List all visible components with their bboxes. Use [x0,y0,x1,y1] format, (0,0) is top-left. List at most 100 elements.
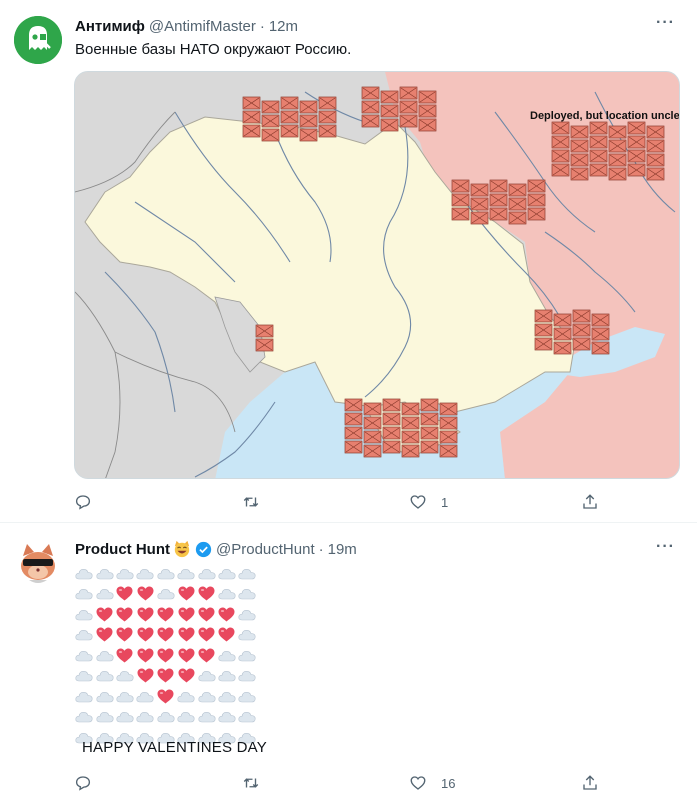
cloud-emoji-icon [156,563,176,583]
emoji-row [74,625,274,646]
cloud-emoji-icon [217,666,237,686]
cloud-emoji-icon [196,666,216,686]
retweet-button[interactable] [242,492,274,512]
cloud-emoji-icon [237,563,257,583]
red-heart-emoji-icon [196,625,216,645]
ukraine-map-image: Deployed, but location unclear: [75,72,680,478]
heart-outline-icon [410,776,426,790]
cloud-emoji-icon [94,686,114,706]
emoji-heart-grid [74,563,274,748]
timestamp[interactable]: 12m [269,18,298,35]
timestamp[interactable]: 19m [328,541,357,558]
share-button[interactable] [581,492,599,512]
cloud-emoji-icon [217,707,237,727]
tweet-caption: HAPPY VALENTINES DAY [82,739,267,756]
cloud-emoji-icon [237,666,257,686]
red-heart-emoji-icon [156,666,176,686]
retweet-icon [243,497,259,507]
cloud-emoji-icon [115,563,135,583]
author-handle[interactable]: @AntimifMaster [149,18,256,35]
cloud-emoji-icon [237,707,257,727]
cloud-emoji-icon [196,686,216,706]
emoji-row [74,563,274,584]
cloud-emoji-icon [237,625,257,645]
cloud-emoji-icon [176,707,196,727]
cloud-emoji-icon [237,604,257,624]
red-heart-emoji-icon [176,625,196,645]
like-count: 1 [441,494,449,510]
more-options-icon[interactable]: ··· [656,538,675,556]
cloud-emoji-icon [115,686,135,706]
red-heart-emoji-icon [135,604,155,624]
red-heart-emoji-icon [135,645,155,665]
cloud-emoji-icon [196,563,216,583]
reply-button[interactable] [74,492,106,512]
share-button[interactable] [581,773,599,793]
cloud-emoji-icon [176,686,196,706]
cloud-emoji-icon [74,625,94,645]
retweet-icon [243,778,259,788]
cloud-emoji-icon [74,666,94,686]
retweet-button[interactable] [242,773,274,793]
cloud-emoji-icon [217,584,237,604]
tweet-producthunt[interactable]: Product Hunt @ProductHunt · 19m ··· HAPP… [0,524,697,805]
author-handle[interactable]: @ProductHunt [216,541,315,558]
cloud-emoji-icon [135,686,155,706]
cloud-emoji-icon [217,563,237,583]
red-heart-emoji-icon [94,604,114,624]
cloud-emoji-icon [237,584,257,604]
cloud-emoji-icon [217,645,237,665]
red-heart-emoji-icon [135,584,155,604]
share-icon [583,775,597,790]
smiling-cat-emoji-icon [174,540,190,558]
red-heart-emoji-icon [196,604,216,624]
tweet-media-map[interactable]: Deployed, but location unclear: [74,71,680,479]
red-heart-emoji-icon [156,604,176,624]
like-button[interactable]: 16 [409,773,455,793]
like-count: 16 [441,775,456,791]
author-name[interactable]: Product Hunt [75,541,170,558]
author-name[interactable]: Антимиф [75,18,145,35]
reply-button[interactable] [74,773,106,793]
avatar[interactable] [14,16,62,64]
tweet-header: Product Hunt @ProductHunt · 19m [75,540,357,558]
red-heart-emoji-icon [115,604,135,624]
avatar[interactable] [14,540,62,588]
more-options-icon[interactable]: ··· [656,14,675,32]
red-heart-emoji-icon [156,625,176,645]
cloud-emoji-icon [74,686,94,706]
red-heart-emoji-icon [156,686,176,706]
cloud-emoji-icon [135,563,155,583]
red-heart-emoji-icon [217,625,237,645]
cloud-emoji-icon [74,584,94,604]
separator-dot: · [259,18,265,35]
red-heart-emoji-icon [196,645,216,665]
cloud-emoji-icon [237,645,257,665]
like-button[interactable]: 1 [409,492,448,512]
cloud-emoji-icon [156,584,176,604]
red-heart-emoji-icon [217,604,237,624]
red-heart-emoji-icon [176,645,196,665]
cloud-emoji-icon [94,584,114,604]
share-icon [583,494,597,509]
cloud-emoji-icon [237,686,257,706]
red-heart-emoji-icon [115,625,135,645]
red-heart-emoji-icon [176,604,196,624]
red-heart-emoji-icon [176,666,196,686]
cloud-emoji-icon [94,563,114,583]
emoji-row [74,645,274,666]
tweet-header: Антимиф @AntimifMaster · 12m [75,18,298,35]
cloud-emoji-icon [135,707,155,727]
cloud-emoji-icon [94,666,114,686]
tweet-antimif[interactable]: Антимиф @AntimifMaster · 12m ··· Военные… [0,0,697,523]
cloud-emoji-icon [156,707,176,727]
cloud-emoji-icon [74,563,94,583]
tweet-actions: 1 [74,492,604,512]
emoji-row [74,686,274,707]
map-annotation-label: Deployed, but location unclear: [530,110,680,122]
cloud-emoji-icon [115,707,135,727]
red-heart-emoji-icon [196,584,216,604]
red-heart-emoji-icon [135,666,155,686]
cloud-emoji-icon [94,645,114,665]
cloud-emoji-icon [196,707,216,727]
